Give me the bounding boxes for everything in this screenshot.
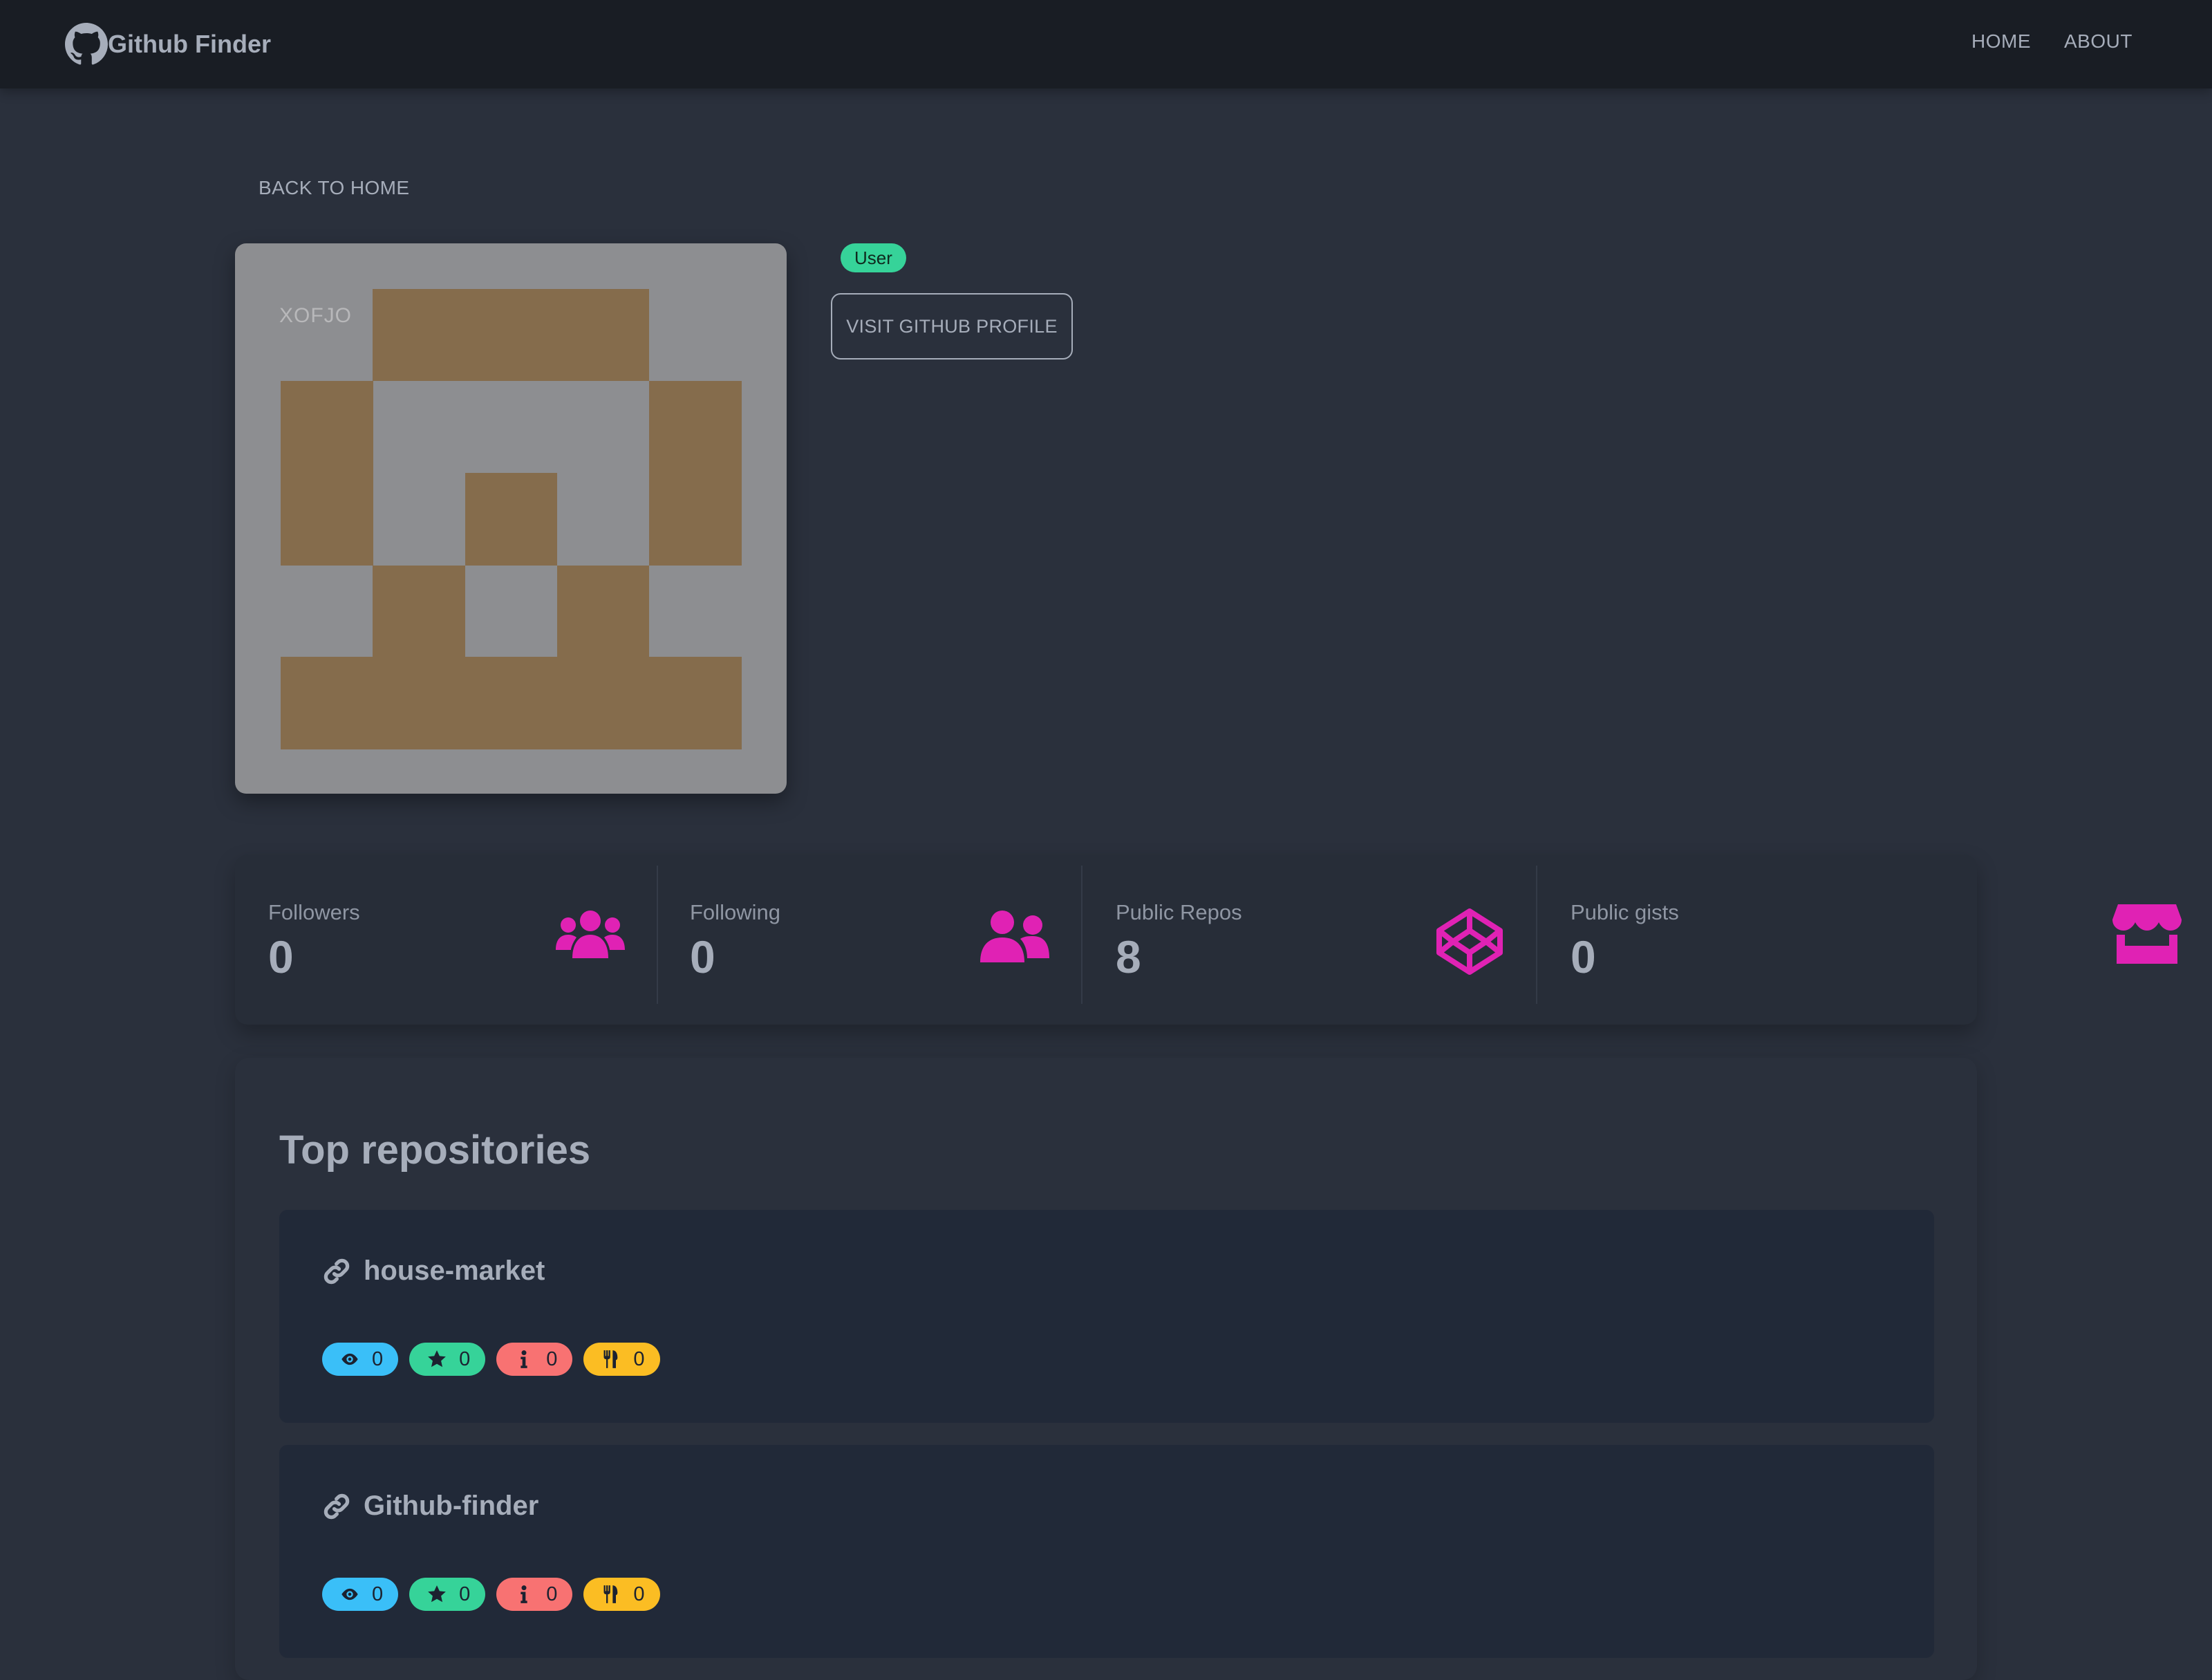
repo-link[interactable]: house-market bbox=[322, 1256, 545, 1287]
forks-badge: 0 bbox=[583, 1343, 660, 1376]
repositories-title: Top repositories bbox=[279, 1128, 591, 1173]
user-friends-icon bbox=[980, 911, 1049, 962]
nav-home-link[interactable]: HOME bbox=[1971, 30, 2031, 53]
stat-value: 8 bbox=[1116, 931, 1141, 982]
brand-title: Github Finder bbox=[108, 30, 271, 58]
issues-count: 0 bbox=[546, 1583, 558, 1605]
forks-badge: 0 bbox=[583, 1578, 660, 1611]
stat-value: 0 bbox=[268, 931, 294, 982]
forks-count: 0 bbox=[633, 1347, 645, 1370]
star-icon bbox=[428, 1350, 446, 1368]
repo-stats: 0 0 0 0 bbox=[322, 1343, 660, 1376]
stat-followers: Followers 0 bbox=[235, 864, 657, 1007]
navbar: Github Finder HOME ABOUT bbox=[0, 0, 2212, 88]
stars-badge: 0 bbox=[409, 1343, 486, 1376]
stat-title: Following bbox=[690, 900, 780, 924]
stat-title: Public gists bbox=[1571, 900, 1679, 924]
brand[interactable]: Github Finder bbox=[65, 21, 271, 68]
repo-link[interactable]: Github-finder bbox=[322, 1491, 538, 1522]
watchers-count: 0 bbox=[372, 1347, 384, 1370]
stat-public-gists: Public gists 0 bbox=[1537, 864, 2182, 1007]
codepen-icon bbox=[1436, 908, 1503, 975]
watchers-badge: 0 bbox=[322, 1343, 399, 1376]
github-icon bbox=[65, 23, 108, 65]
info-icon bbox=[521, 1350, 527, 1368]
repo-card: house-market 0 0 0 0 bbox=[279, 1210, 1934, 1423]
repo-stats: 0 0 0 0 bbox=[322, 1578, 660, 1611]
stars-count: 0 bbox=[459, 1347, 471, 1370]
issues-count: 0 bbox=[546, 1347, 558, 1370]
repo-card: Github-finder 0 0 0 0 bbox=[279, 1445, 1934, 1658]
eye-icon bbox=[341, 1353, 358, 1365]
repo-name: house-market bbox=[364, 1256, 545, 1286]
star-icon bbox=[428, 1585, 446, 1603]
avatar: XOFJO bbox=[235, 243, 787, 794]
info-icon bbox=[521, 1585, 527, 1603]
issues-badge: 0 bbox=[496, 1343, 573, 1376]
stat-title: Followers bbox=[268, 900, 360, 924]
watchers-badge: 0 bbox=[322, 1578, 399, 1611]
stat-public-repos: Public Repos 8 bbox=[1082, 864, 1536, 1007]
stat-title: Public Repos bbox=[1116, 900, 1242, 924]
nav-about-link[interactable]: ABOUT bbox=[2064, 30, 2133, 53]
back-to-home-button[interactable]: BACK TO HOME bbox=[259, 177, 409, 199]
link-icon bbox=[324, 1493, 350, 1519]
eye-icon bbox=[341, 1588, 358, 1600]
stat-value: 0 bbox=[690, 931, 715, 982]
utensils-icon bbox=[603, 1350, 618, 1368]
forks-count: 0 bbox=[633, 1583, 645, 1605]
stars-count: 0 bbox=[459, 1583, 471, 1605]
users-icon bbox=[556, 911, 625, 958]
stat-following: Following 0 bbox=[658, 864, 1081, 1007]
stats-panel: Followers 0 Following 0 Public Repos 8 P… bbox=[235, 855, 2182, 1025]
stat-value: 0 bbox=[1571, 931, 1596, 982]
watchers-count: 0 bbox=[372, 1583, 384, 1605]
repo-name: Github-finder bbox=[364, 1491, 539, 1521]
link-icon bbox=[324, 1258, 350, 1284]
utensils-icon bbox=[603, 1585, 618, 1603]
visit-github-profile-button[interactable]: VISIT GITHUB PROFILE bbox=[831, 293, 1073, 360]
stars-badge: 0 bbox=[409, 1578, 486, 1611]
avatar-name: XOFJO bbox=[279, 304, 353, 327]
store-icon bbox=[2112, 904, 2182, 964]
issues-badge: 0 bbox=[496, 1578, 573, 1611]
user-type-badge: User bbox=[841, 243, 906, 272]
